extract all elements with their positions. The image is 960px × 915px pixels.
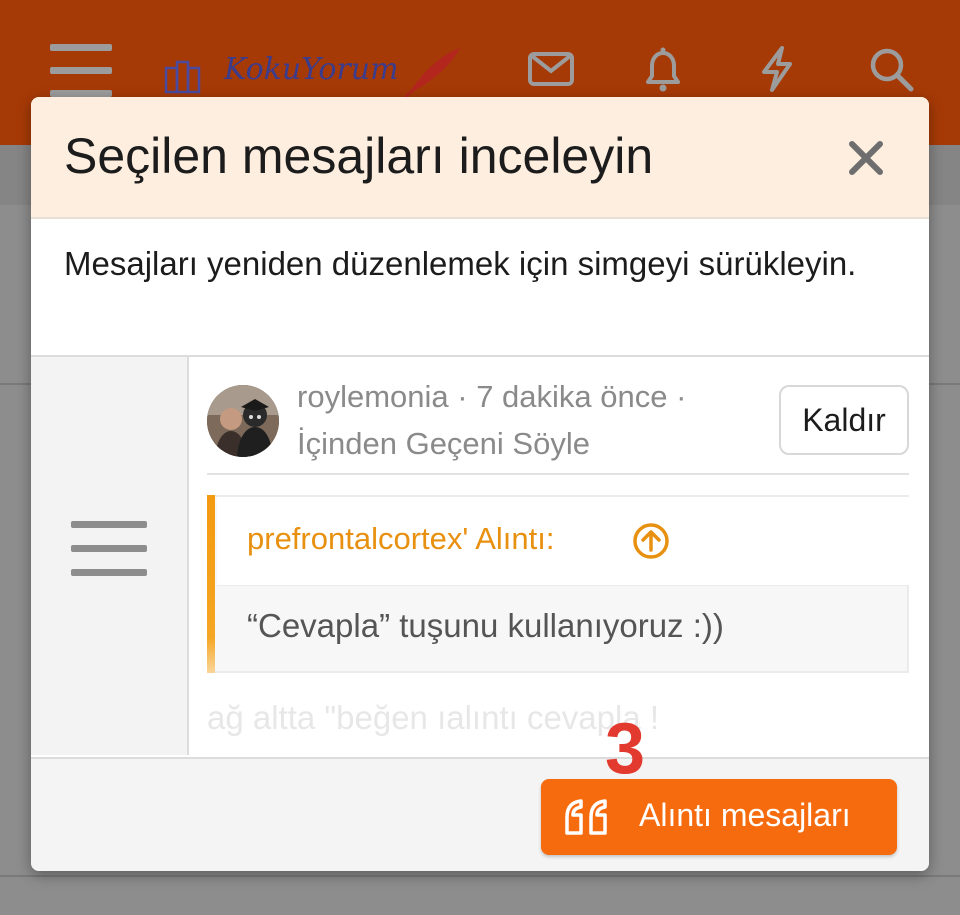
quote-messages-label: Alıntı mesajları (639, 797, 851, 833)
drag-handle-column[interactable] (31, 357, 189, 755)
search-icon[interactable] (866, 44, 916, 94)
message-author-link[interactable]: roylemonia (297, 379, 449, 414)
message-text-fade: ağ altta "beğen ıalıntı cevapla ! (207, 699, 660, 736)
close-icon[interactable] (839, 131, 893, 185)
meta-separator: · (457, 379, 477, 414)
remove-button[interactable]: Kaldır (779, 385, 909, 455)
feather-quill-icon (403, 48, 460, 99)
quote-icon (565, 799, 607, 835)
arrow-up-circle-icon[interactable] (631, 521, 671, 561)
quote-author[interactable]: prefrontalcortex' Alıntı: (247, 521, 554, 557)
quote-header: prefrontalcortex' Alıntı: (217, 497, 909, 586)
message-meta: roylemonia · 7 dakika önce · İçinden Geç… (297, 373, 686, 467)
bolt-icon[interactable] (752, 44, 802, 94)
selected-message-item: roylemonia · 7 dakika önce · İçinden Geç… (189, 357, 929, 755)
message-thread-link[interactable]: İçinden Geçeni Söyle (297, 426, 590, 461)
mail-icon[interactable] (526, 44, 576, 94)
review-selected-messages-dialog: Seçilen mesajları inceleyin Mesajları ye… (31, 97, 929, 871)
logo-text: KokuYorum (224, 52, 399, 87)
dialog-title: Seçilen mesajları inceleyin (64, 128, 654, 184)
quote-text: “Cevapla” tuşunu kullanıyoruz :)) (247, 607, 724, 644)
quote-block: prefrontalcortex' Alıntı: “Cevapla” tuşu… (207, 495, 909, 673)
logo-books-icon (164, 60, 201, 94)
message-time[interactable]: 7 dakika önce (476, 379, 667, 414)
dialog-description: Mesajları yeniden düzenlemek için simgey… (64, 245, 857, 282)
quote-accent-bar (207, 495, 215, 673)
quote-messages-button[interactable]: Alıntı mesajları (541, 779, 897, 855)
menu-icon[interactable] (50, 44, 112, 98)
step-number-annotation: 3 (605, 709, 646, 789)
avatar-image (207, 385, 279, 457)
dialog-header: Seçilen mesajları inceleyin (31, 97, 929, 219)
site-logo[interactable]: KokuYorum (162, 44, 462, 100)
dialog-footer: 3 Alıntı mesajları (31, 713, 929, 871)
avatar[interactable] (207, 385, 279, 457)
drag-handle-icon[interactable] (71, 521, 147, 583)
bell-icon[interactable] (638, 44, 688, 94)
selected-messages-list: roylemonia · 7 dakika önce · İçinden Geç… (31, 355, 929, 757)
meta-separator: · (676, 379, 687, 414)
message-divider (207, 473, 909, 475)
